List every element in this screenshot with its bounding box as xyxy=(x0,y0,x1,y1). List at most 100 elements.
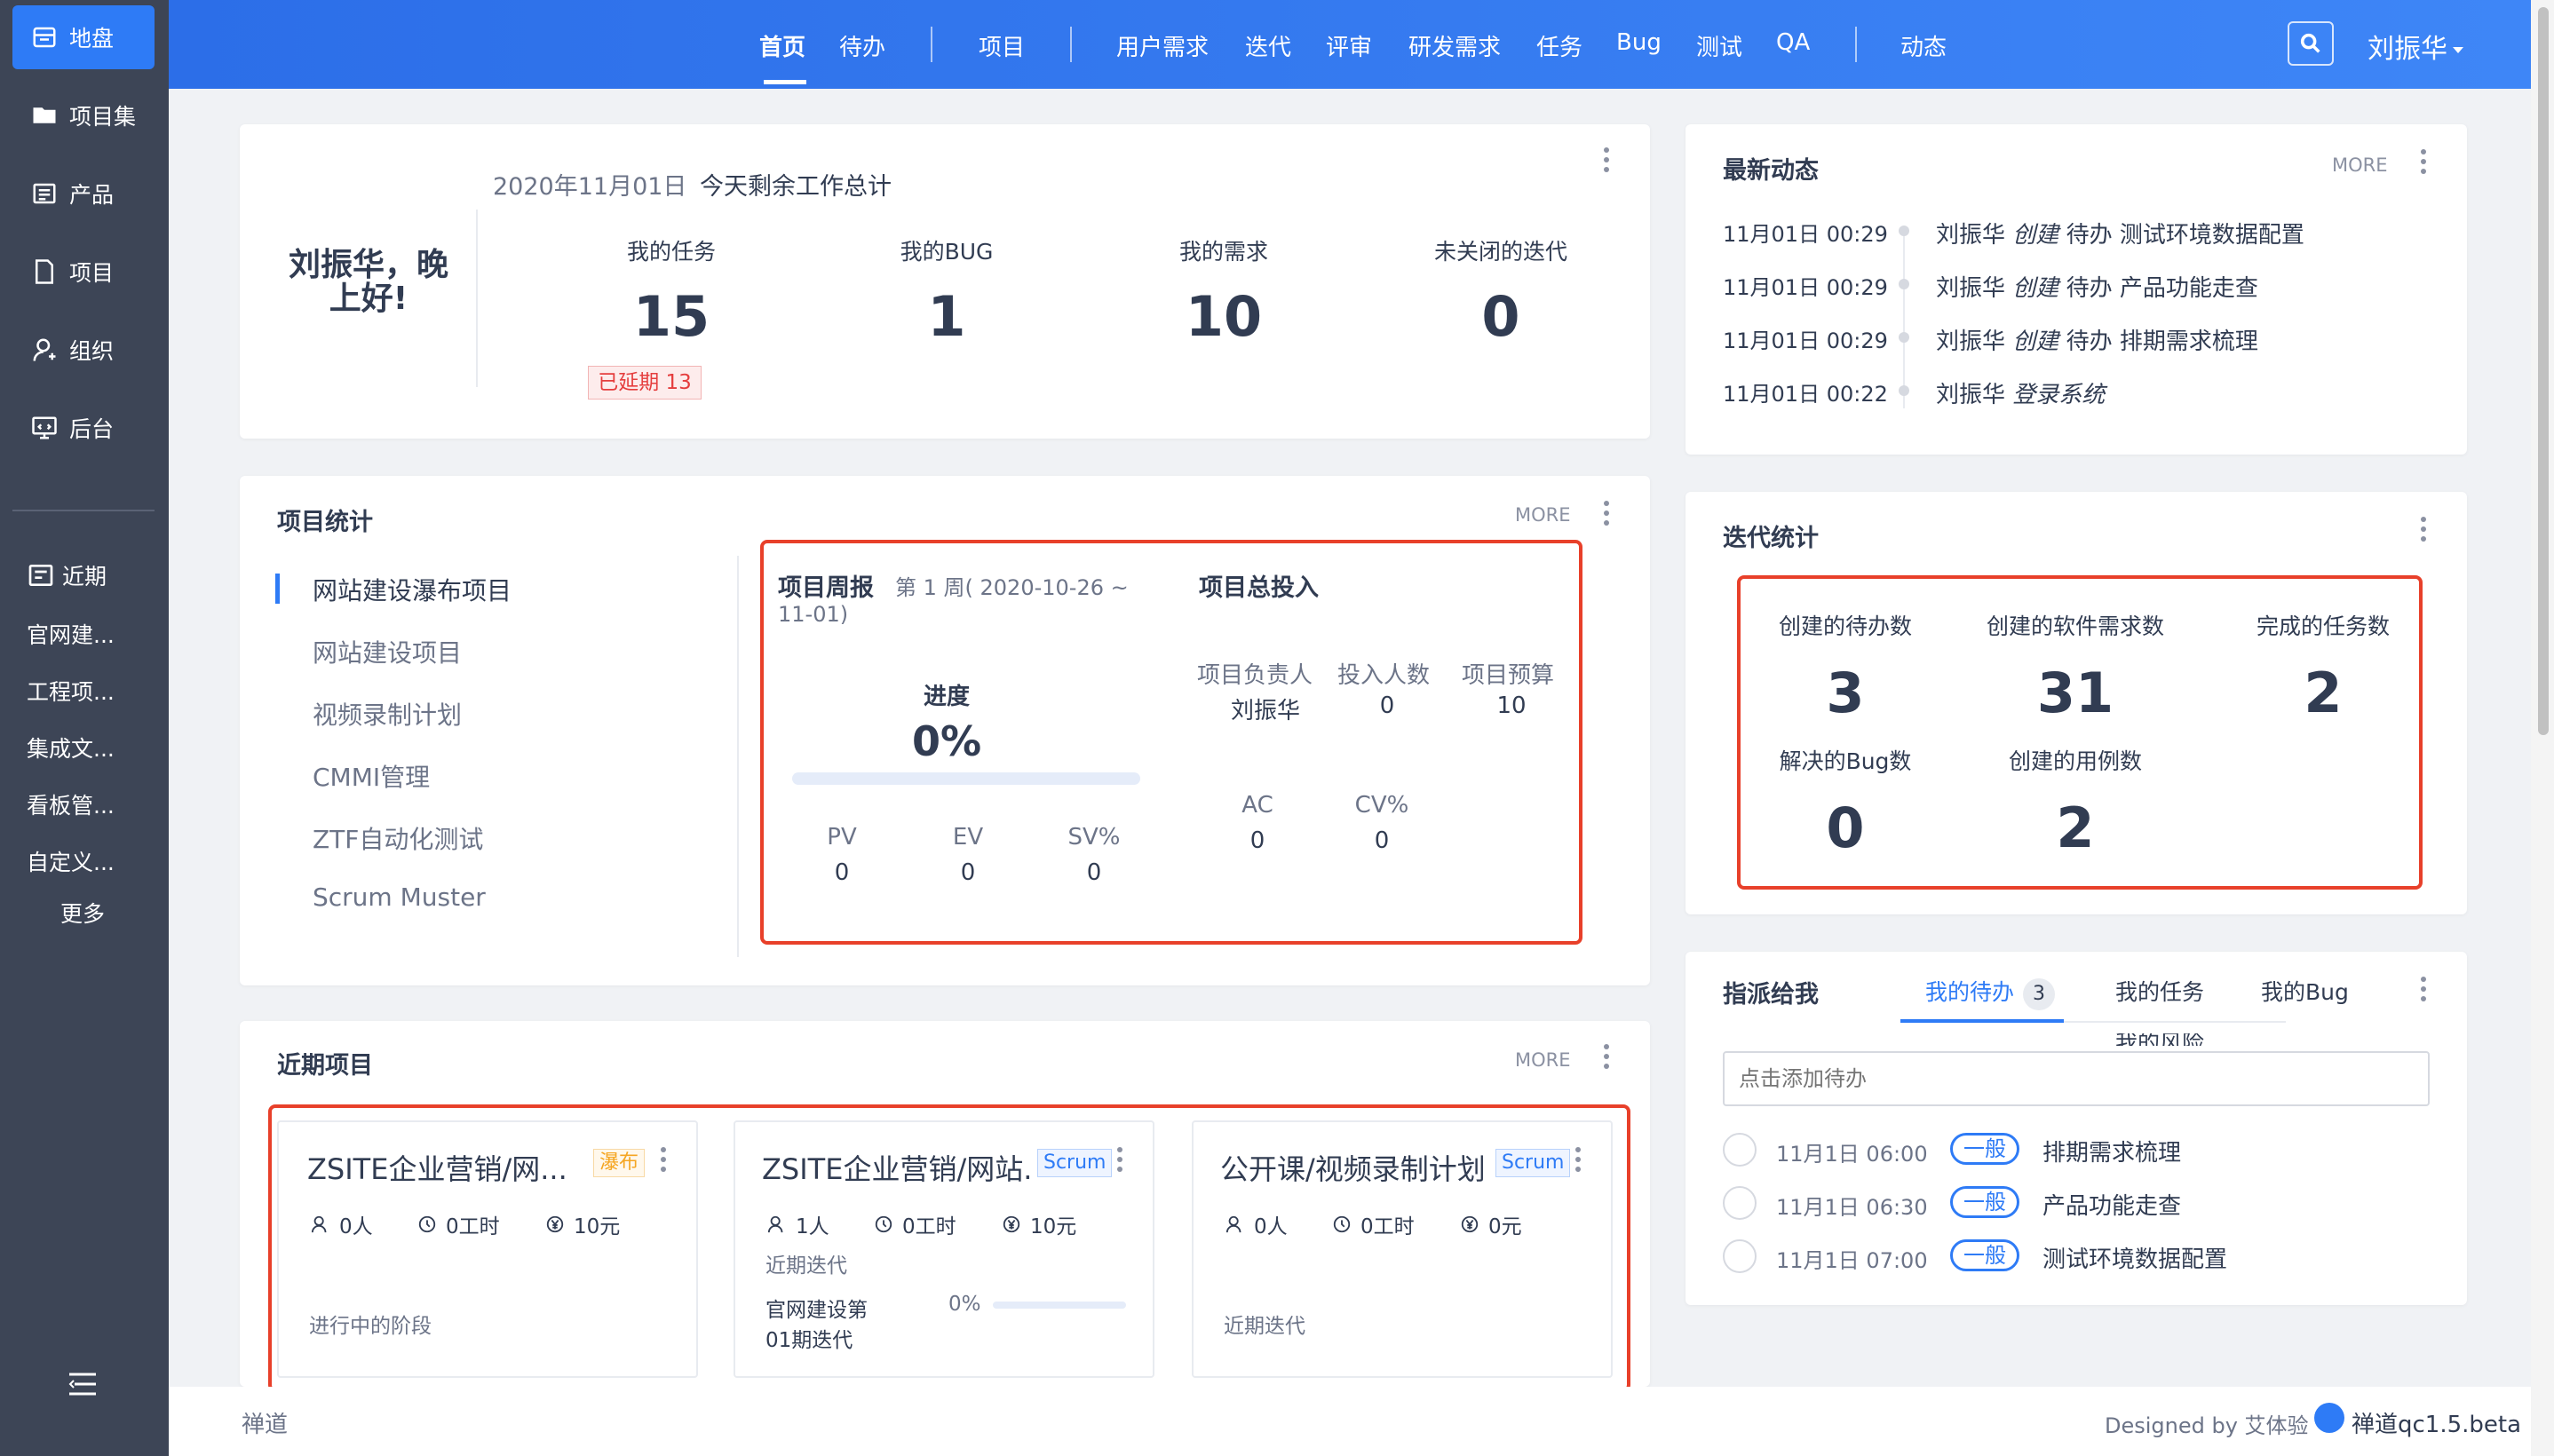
file-icon xyxy=(28,256,60,288)
more-link[interactable]: MORE xyxy=(1515,1049,1571,1071)
card-title: 迭代统计 xyxy=(1723,525,1819,552)
tab-user-story[interactable]: 用户需求 xyxy=(1116,29,1209,62)
tab-iteration[interactable]: 迭代 xyxy=(1245,29,1291,62)
recent-item[interactable]: 自定义... xyxy=(27,845,115,877)
nav-program[interactable]: 项目集 xyxy=(12,83,155,147)
activity-user: 刘振华 xyxy=(1936,328,2006,355)
nav-organization[interactable]: 组织 xyxy=(12,318,155,382)
nav-label: 后台 xyxy=(69,416,115,442)
todo-title[interactable]: 排期需求梳理 xyxy=(2042,1135,2181,1167)
activity-entry[interactable]: 刘振华 登录系统 xyxy=(1936,376,2105,409)
product-icon xyxy=(28,178,60,210)
project-item[interactable]: 视频录制计划 xyxy=(313,696,462,732)
search-icon xyxy=(2300,33,2320,53)
recent-more[interactable]: 更多 xyxy=(60,897,105,929)
recent-item[interactable]: 工程项... xyxy=(27,675,115,707)
project-item-active[interactable]: 网站建设瀑布项目 xyxy=(313,572,512,607)
active-indicator xyxy=(275,574,280,604)
tab-underline xyxy=(764,80,806,84)
nav-product[interactable]: 产品 xyxy=(12,162,155,226)
tab-todo[interactable]: 待办 xyxy=(839,29,885,62)
tab-task[interactable]: 任务 xyxy=(1536,29,1582,62)
more-options-icon[interactable] xyxy=(2419,149,2428,181)
todo-checkbox[interactable] xyxy=(1723,1133,1757,1167)
stat-label: 我的BUG xyxy=(900,239,994,265)
recent-header: 近期 xyxy=(27,559,107,591)
timeline-dot xyxy=(1899,279,1909,289)
activity-time: 11月01日 00:29 xyxy=(1723,328,1888,353)
recent-icon xyxy=(28,565,53,586)
tab-dev-story[interactable]: 研发需求 xyxy=(1408,29,1501,62)
activity-entry[interactable]: 刘振华 创建 待办 测试环境数据配置 xyxy=(1936,217,2304,249)
highlight-box xyxy=(268,1104,1630,1392)
todo-title[interactable]: 产品功能走查 xyxy=(2042,1188,2181,1221)
more-options-icon[interactable] xyxy=(1602,147,1611,179)
folder-icon xyxy=(28,99,60,131)
nav-label: 产品 xyxy=(69,182,115,208)
logo-icon xyxy=(2314,1403,2344,1433)
tab-my-task[interactable]: 我的任务 xyxy=(2115,975,2204,1007)
tab-bug[interactable]: Bug xyxy=(1616,29,1662,56)
welcome-card: 刘振华，晚上好! 2020年11月01日 今天剩余工作总计 我的任务 15 已延… xyxy=(240,124,1650,439)
project-item[interactable]: Scrum Muster xyxy=(313,882,486,912)
footer-brand[interactable]: 禅道 xyxy=(242,1406,288,1439)
scrollbar[interactable] xyxy=(2531,0,2554,1456)
nav-project[interactable]: 项目 xyxy=(12,240,155,304)
user-icon xyxy=(28,334,60,366)
activity-entry[interactable]: 刘振华 创建 待办 排期需求梳理 xyxy=(1936,323,2258,356)
scrollbar-thumb[interactable] xyxy=(2538,7,2549,735)
divider xyxy=(737,556,739,957)
timeline-dot xyxy=(1899,226,1909,236)
project-item[interactable]: 网站建设项目 xyxy=(313,634,462,669)
activity-text: 待办 产品功能走查 xyxy=(2066,275,2258,302)
nav-label: 项目集 xyxy=(69,104,137,130)
more-options-icon[interactable] xyxy=(2419,977,2428,1009)
recent-item[interactable]: 集成文... xyxy=(27,732,115,764)
stat-value[interactable]: 0 xyxy=(1412,284,1590,349)
stat-label: 未关闭的迭代 xyxy=(1433,239,1567,265)
more-link[interactable]: MORE xyxy=(2332,154,2388,176)
tab-home[interactable]: 首页 xyxy=(759,29,805,62)
activity-entry[interactable]: 刘振华 创建 待办 产品功能走查 xyxy=(1936,270,2258,303)
tab-review[interactable]: 评审 xyxy=(1326,29,1372,62)
menu-separator xyxy=(1070,27,1072,62)
todo-checkbox[interactable] xyxy=(1723,1186,1757,1220)
stat-value[interactable]: 15 xyxy=(583,284,760,349)
activity-card: 最新动态 MORE 11月01日 00:29 刘振华 创建 待办 测试环境数据配… xyxy=(1685,124,2467,455)
user-menu[interactable]: 刘振华 xyxy=(2368,27,2463,66)
tab-my-bug[interactable]: 我的Bug xyxy=(2261,975,2349,1007)
count-badge: 3 xyxy=(2023,978,2056,1010)
more-options-icon[interactable] xyxy=(1602,501,1611,533)
timeline-dot xyxy=(1899,332,1909,343)
more-options-icon[interactable] xyxy=(1602,1044,1611,1076)
greeting: 刘振华，晚上好! xyxy=(288,247,448,317)
tab-project[interactable]: 项目 xyxy=(979,29,1025,62)
divider xyxy=(476,210,478,387)
more-options-icon[interactable] xyxy=(2419,517,2428,549)
stat-value[interactable]: 10 xyxy=(1135,284,1313,349)
priority-badge: 一般 xyxy=(1950,1186,2019,1218)
todo-checkbox[interactable] xyxy=(1723,1239,1757,1273)
recent-item[interactable]: 看板管... xyxy=(27,788,115,820)
tab-dynamic[interactable]: 动态 xyxy=(1900,29,1947,62)
activity-user: 刘振华 xyxy=(1936,382,2006,408)
tab-label: 我的待办 xyxy=(1925,979,2015,1005)
more-link[interactable]: MORE xyxy=(1515,504,1571,526)
tab-test[interactable]: 测试 xyxy=(1696,29,1742,62)
tab-underline xyxy=(1900,1019,2064,1023)
tab-qa[interactable]: QA xyxy=(1776,29,1810,56)
recent-item[interactable]: 官网建... xyxy=(27,618,115,650)
nav-admin[interactable]: 后台 xyxy=(12,396,155,460)
project-item[interactable]: CMMI管理 xyxy=(313,758,430,794)
activity-text: 待办 测试环境数据配置 xyxy=(2066,222,2304,249)
add-todo-input[interactable] xyxy=(1723,1051,2430,1106)
todo-title[interactable]: 测试环境数据配置 xyxy=(2042,1241,2227,1274)
project-item[interactable]: ZTF自动化测试 xyxy=(313,820,483,856)
tab-my-todo[interactable]: 我的待办 3 xyxy=(1925,975,2056,1010)
sidebar: 地盘 项目集 产品 项目 组织 后台 近期 官网建... 工程项... 集成文.… xyxy=(0,0,169,1456)
tab-my-risk[interactable]: 我的风险 xyxy=(2115,1033,2204,1046)
stat-value[interactable]: 1 xyxy=(858,284,1035,349)
nav-dashboard[interactable]: 地盘 xyxy=(12,5,155,69)
collapse-menu-icon[interactable] xyxy=(67,1371,98,1397)
search-button[interactable] xyxy=(2288,21,2334,66)
